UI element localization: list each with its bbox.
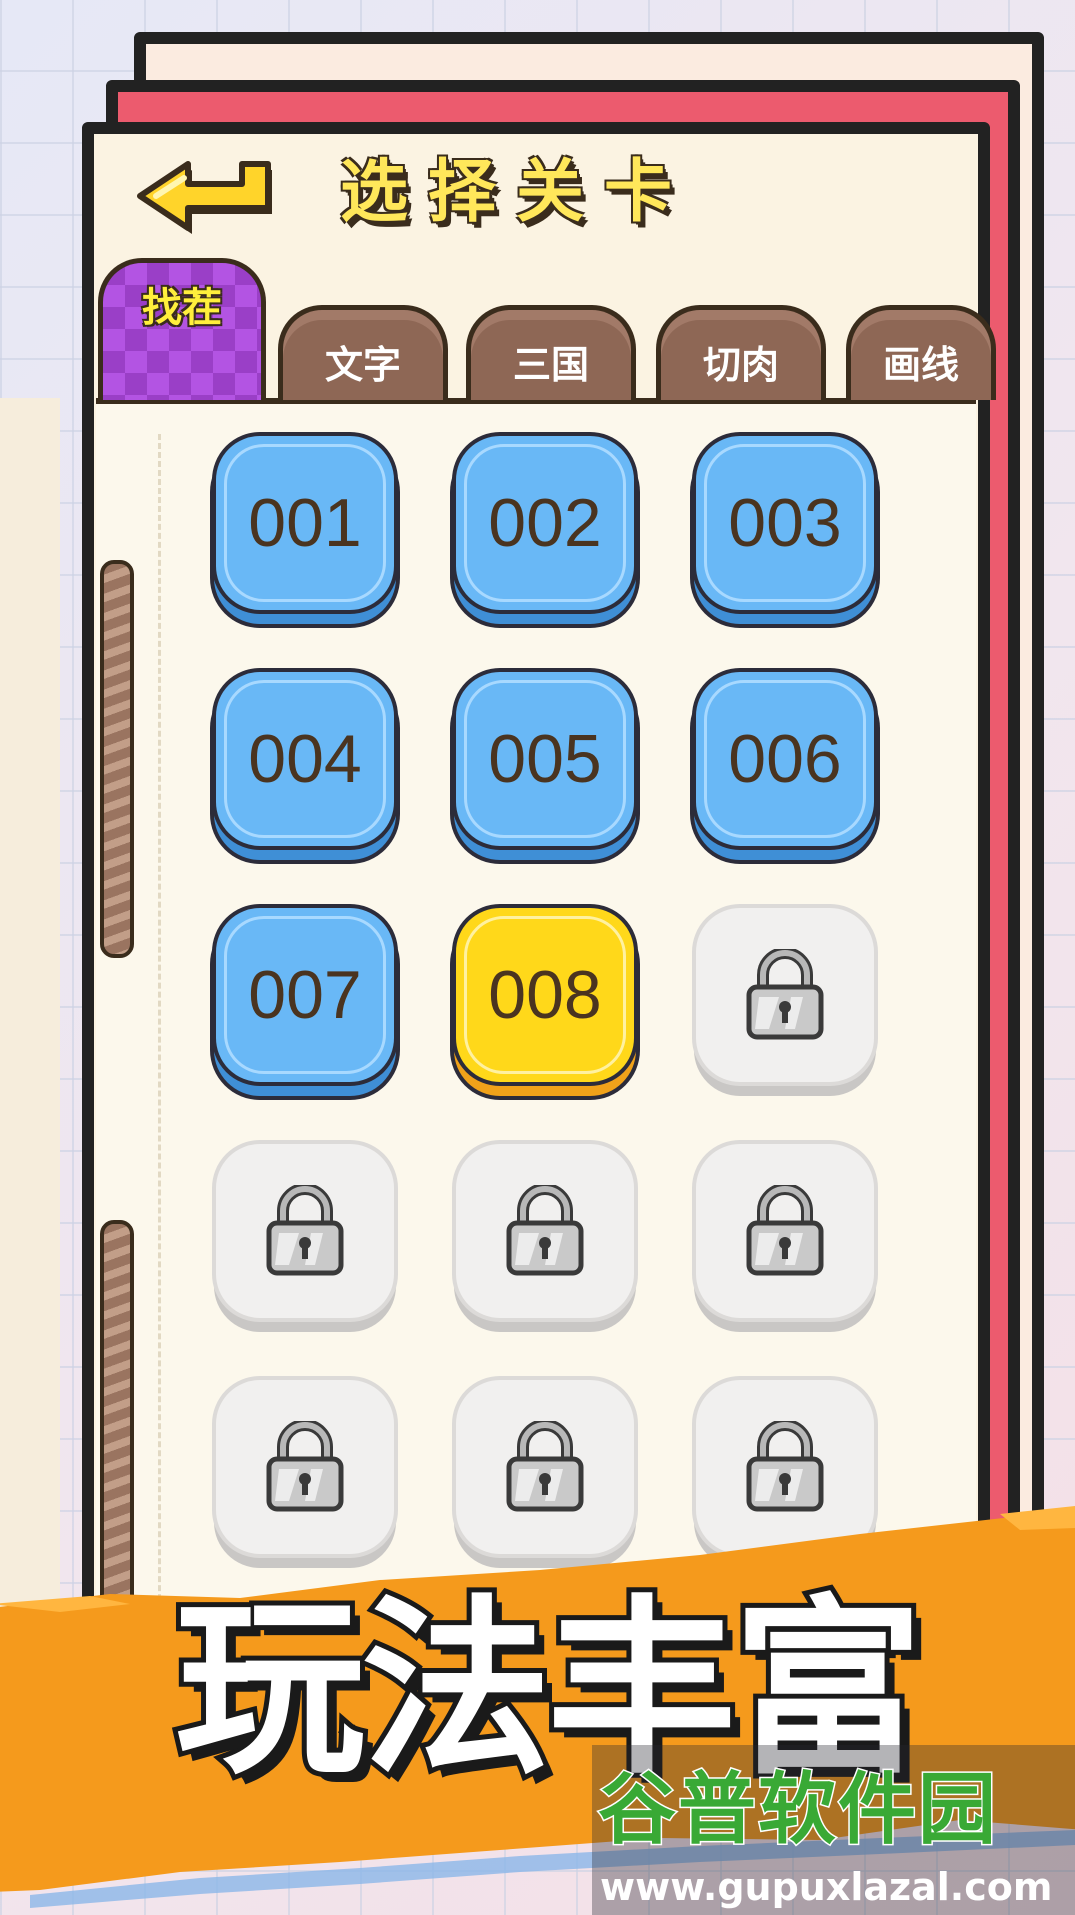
tab-wenzi[interactable]: 文字 (278, 305, 448, 400)
level-number: 002 (488, 485, 602, 561)
level-number: 001 (248, 485, 362, 561)
level-button-003[interactable]: 003 (692, 432, 878, 614)
tab-sanguo[interactable]: 三国 (466, 305, 636, 400)
tab-zhaocha[interactable]: 找茬 (98, 258, 266, 400)
level-button-004[interactable]: 004 (212, 668, 398, 850)
lock-icon (746, 949, 824, 1040)
level-number: 006 (728, 721, 842, 797)
page-title: 选择关卡 (340, 153, 693, 232)
level-number: 007 (248, 957, 362, 1033)
level-number: 005 (488, 721, 602, 797)
level-button-locked[interactable] (692, 1140, 878, 1322)
level-button-006[interactable]: 006 (692, 668, 878, 850)
watermark-logo-text: 谷普软件园 (597, 1764, 999, 1857)
level-button-007[interactable]: 007 (212, 904, 398, 1086)
level-number: 008 (488, 957, 602, 1033)
level-number: 004 (248, 721, 362, 797)
level-button-002[interactable]: 002 (452, 432, 638, 614)
watermark-url: www.gupuxlazal.com (600, 1865, 1053, 1909)
back-arrow-icon (137, 161, 272, 234)
level-button-005[interactable]: 005 (452, 668, 638, 850)
level-button-008[interactable]: 008 (452, 904, 638, 1086)
binding-rope-upper (100, 560, 134, 958)
level-button-001[interactable]: 001 (212, 432, 398, 614)
lock-icon (506, 1185, 584, 1276)
level-button-locked[interactable] (452, 1140, 638, 1322)
tab-qierou[interactable]: 切肉 (656, 305, 826, 400)
level-button-locked[interactable] (692, 904, 878, 1086)
tab-huaxian[interactable]: 画线 (846, 305, 996, 400)
level-number: 003 (728, 485, 842, 561)
back-button[interactable] (130, 150, 280, 240)
level-button-locked[interactable] (212, 1140, 398, 1322)
lock-icon (746, 1185, 824, 1276)
lock-icon (266, 1185, 344, 1276)
